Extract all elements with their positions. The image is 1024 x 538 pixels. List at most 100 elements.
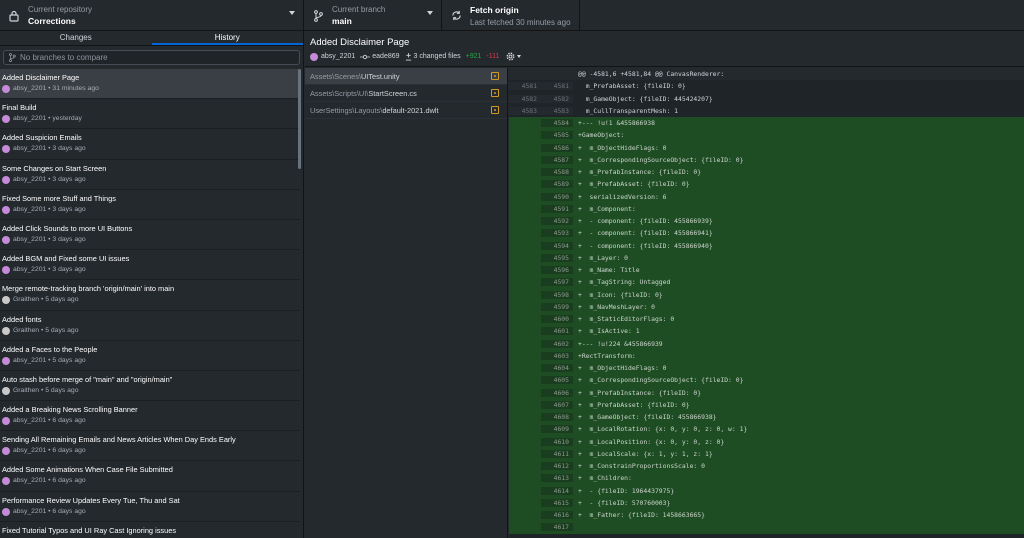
commit-list-item[interactable]: Auto stash before merge of "main" and "o…	[0, 371, 300, 402]
diff-line[interactable]: 4598 + m_Icon: {fileID: 0}	[509, 288, 1024, 301]
diff-line[interactable]: 4583 4583 m_CullTransparentMesh: 1	[509, 104, 1024, 117]
diff-line[interactable]: 4581 4581 m_PrefabAsset: {fileID: 0}	[509, 80, 1024, 93]
new-line-number: 4603	[541, 351, 573, 360]
avatar	[2, 296, 10, 305]
new-line-number: 4602	[541, 339, 573, 348]
diff-line[interactable]: 4608 + m_GameObject: {fileID: 455866938}	[509, 411, 1024, 424]
current-branch-button[interactable]: Current branch main	[304, 0, 442, 31]
commit-list: Added Disclaimer Page absy_2201 • 31 minu…	[0, 69, 300, 538]
diff-line-code: m_PrefabAsset: {fileID: 0}	[578, 82, 686, 91]
commit-list-item[interactable]: Final Build absy_2201 • yesterday	[0, 99, 300, 130]
diff-line[interactable]: 4612 + m_ConstrainProportionsScale: 0	[509, 460, 1024, 473]
commit-list-meta: absy_2201 • 6 days ago	[13, 507, 86, 515]
new-line-number: 4585	[541, 131, 573, 140]
diff-line-code: + m_CorrespondingSourceObject: {fileID: …	[578, 155, 744, 164]
diff-line[interactable]: 4603 +RectTransform:	[509, 349, 1024, 362]
avatar	[310, 52, 318, 61]
diff-line-code: + - component: {fileID: 455866941}	[578, 229, 713, 238]
commit-list-meta: absy_2201 • 3 days ago	[13, 266, 86, 274]
diff-line[interactable]: 4582 4582 m_GameObject: {fileID: 44542420…	[509, 92, 1024, 105]
diff-line[interactable]: 4592 + - component: {fileID: 455866939}	[509, 215, 1024, 228]
diff-settings-button[interactable]	[506, 52, 522, 61]
diff-line[interactable]: @@ -4581,6 +4581,84 @@ CanvasRenderer:	[509, 68, 1024, 81]
diff-line[interactable]: 4595 + m_Layer: 0	[509, 251, 1024, 264]
new-line-number: 4598	[541, 290, 573, 299]
diff-line[interactable]: 4613 + m_Children:	[509, 472, 1024, 485]
commit-list-scrollbar[interactable]	[298, 69, 301, 169]
diff-line-code: + m_ConstrainProportionsScale: 0	[578, 462, 705, 471]
diff-line[interactable]: 4601 + m_IsActive: 1	[509, 325, 1024, 338]
commit-list-meta: Graithen • 5 days ago	[13, 386, 79, 394]
diff-line[interactable]: 4585 +GameObject:	[509, 129, 1024, 142]
commit-list-item[interactable]: Added BGM and Fixed some UI issues absy_2…	[0, 250, 300, 281]
commit-list-item[interactable]: Sending All Remaining Emails and News Ar…	[0, 431, 300, 462]
diff-line[interactable]: 4604 + m_ObjectHideFlags: 0	[509, 362, 1024, 375]
file-path: Assets\Scripts\UI\	[310, 88, 369, 98]
history-sidebar: Changes History Added Disclaimer Page abs…	[0, 31, 304, 538]
commit-list-item[interactable]: Added Disclaimer Page absy_2201 • 31 minu…	[0, 69, 300, 100]
commit-list-item[interactable]: Fixed Tutorial Typos and UI Ray Cast Ign…	[0, 522, 300, 538]
commit-list-item[interactable]: Added a Faces to the People absy_2201 • 5…	[0, 341, 300, 371]
diff-line-code: + - component: {fileID: 455866940}	[578, 241, 713, 250]
diff-line[interactable]: 4594 + - component: {fileID: 455866940}	[509, 239, 1024, 252]
diff-line[interactable]: 4605 + m_CorrespondingSourceObject: {file…	[509, 374, 1024, 387]
diff-line[interactable]: 4588 + m_PrefabInstance: {fileID: 0}	[509, 166, 1024, 179]
diff-line[interactable]: 4589 + m_PrefabAsset: {fileID: 0}	[509, 178, 1024, 191]
compare-branch-input[interactable]	[20, 53, 270, 62]
diff-line[interactable]: 4596 + m_Name: Title	[509, 264, 1024, 277]
commit-list-item[interactable]: Added Click Sounds to more UI Buttons abs…	[0, 220, 300, 251]
diff-line[interactable]: 4610 + m_LocalPosition: {x: 0, y: 0, z: 0…	[509, 435, 1024, 448]
commit-list-item[interactable]: Added Some Animations When Case File Sub…	[0, 461, 300, 492]
diff-line[interactable]: 4593 + - component: {fileID: 455866941}	[509, 227, 1024, 240]
commit-list-item[interactable]: Added fonts Graithen • 5 days ago	[0, 311, 300, 341]
diff-line[interactable]: 4609 + m_LocalRotation: {x: 0, y: 0, z: 0…	[509, 423, 1024, 436]
new-line-number: 4597	[541, 278, 573, 287]
diff-line[interactable]: 4600 + m_StaticEditorFlags: 0	[509, 313, 1024, 326]
commit-sha[interactable]: eade869	[372, 53, 399, 60]
diff-line-code: m_CullTransparentMesh: 1	[578, 106, 679, 115]
changed-file-item[interactable]: Assets\Scenes\ UITest.unity	[305, 68, 507, 85]
diff-line-code: + m_NavMeshLayer: 0	[578, 302, 655, 311]
diff-line[interactable]: 4607 + m_PrefabAsset: {fileID: 0}	[509, 398, 1024, 411]
changed-file-item[interactable]: Assets\Scripts\UI\ StartScreen.cs	[305, 85, 507, 102]
sidebar-tabs: Changes History	[0, 31, 303, 46]
diff-icon	[405, 52, 411, 60]
new-line-number: 4608	[541, 413, 573, 422]
branch-compare-filter[interactable]	[3, 50, 300, 65]
new-line-number: 4596	[541, 266, 573, 275]
diff-line-code: + m_LocalScale: {x: 1, y: 1, z: 1}	[578, 449, 713, 458]
diff-line[interactable]: 4586 + m_ObjectHideFlags: 0	[509, 141, 1024, 154]
tab-history[interactable]: History	[151, 31, 303, 45]
diff-line[interactable]: 4584 +--- !u!1 &455866938	[509, 117, 1024, 130]
commit-list-item[interactable]: Fixed Some more Stuff and Things absy_220…	[0, 190, 300, 220]
diff-line[interactable]: 4597 + m_TagString: Untagged	[509, 276, 1024, 289]
diff-line[interactable]: 4591 + m_Component:	[509, 202, 1024, 215]
diff-line[interactable]: 4587 + m_CorrespondingSourceObject: {file…	[509, 153, 1024, 166]
current-repository-button[interactable]: Current repository Corrections	[0, 0, 304, 31]
diff-line[interactable]: 4611 + m_LocalScale: {x: 1, y: 1, z: 1}	[509, 447, 1024, 460]
diff-line[interactable]: 4615 + - {fileID: 570760003}	[509, 496, 1024, 509]
commit-list-item[interactable]: Some Changes on Start Screen absy_2201 • …	[0, 160, 300, 190]
file-modified-icon	[491, 106, 499, 114]
sync-icon	[442, 10, 470, 21]
fetch-origin-button[interactable]: Fetch origin Last fetched 30 minutes ago	[442, 0, 580, 31]
changed-file-item[interactable]: UserSettings\Layouts\ default-2021.dwlt	[305, 102, 507, 119]
diff-line[interactable]: 4614 + - {fileID: 1964437975}	[509, 484, 1024, 497]
diff-line-code: +GameObject:	[578, 131, 625, 140]
diff-line-code: + m_Component:	[578, 204, 636, 213]
additions-count: +921	[465, 53, 482, 60]
diff-line[interactable]: 4616 + m_Father: {fileID: 1458663665}	[509, 509, 1024, 522]
diff-line[interactable]: 4606 + m_PrefabInstance: {fileID: 0}	[509, 386, 1024, 399]
commit-list-title: Auto stash before merge of "main" and "o…	[2, 374, 173, 384]
diff-line[interactable]: 4599 + m_NavMeshLayer: 0	[509, 300, 1024, 313]
diff-line[interactable]: 4617	[509, 521, 1024, 534]
commit-list-item[interactable]: Added Suspicion Emails absy_2201 • 3 days…	[0, 129, 300, 160]
commit-author: absy_2201	[321, 53, 356, 60]
tab-changes[interactable]: Changes	[0, 31, 152, 45]
commit-list-item[interactable]: Performance Review Updates Every Tue, Th…	[0, 492, 300, 522]
diff-line[interactable]: 4590 + serializedVersion: 6	[509, 190, 1024, 203]
diff-line[interactable]: 4602 +--- !u!224 &455866939	[509, 337, 1024, 350]
file-path: Assets\Scenes\	[310, 71, 361, 81]
commit-list-item[interactable]: Added a Breaking News Scrolling Banner ab…	[0, 401, 300, 432]
commit-list-item[interactable]: Merge remote-tracking branch 'origin/mai…	[0, 280, 300, 311]
